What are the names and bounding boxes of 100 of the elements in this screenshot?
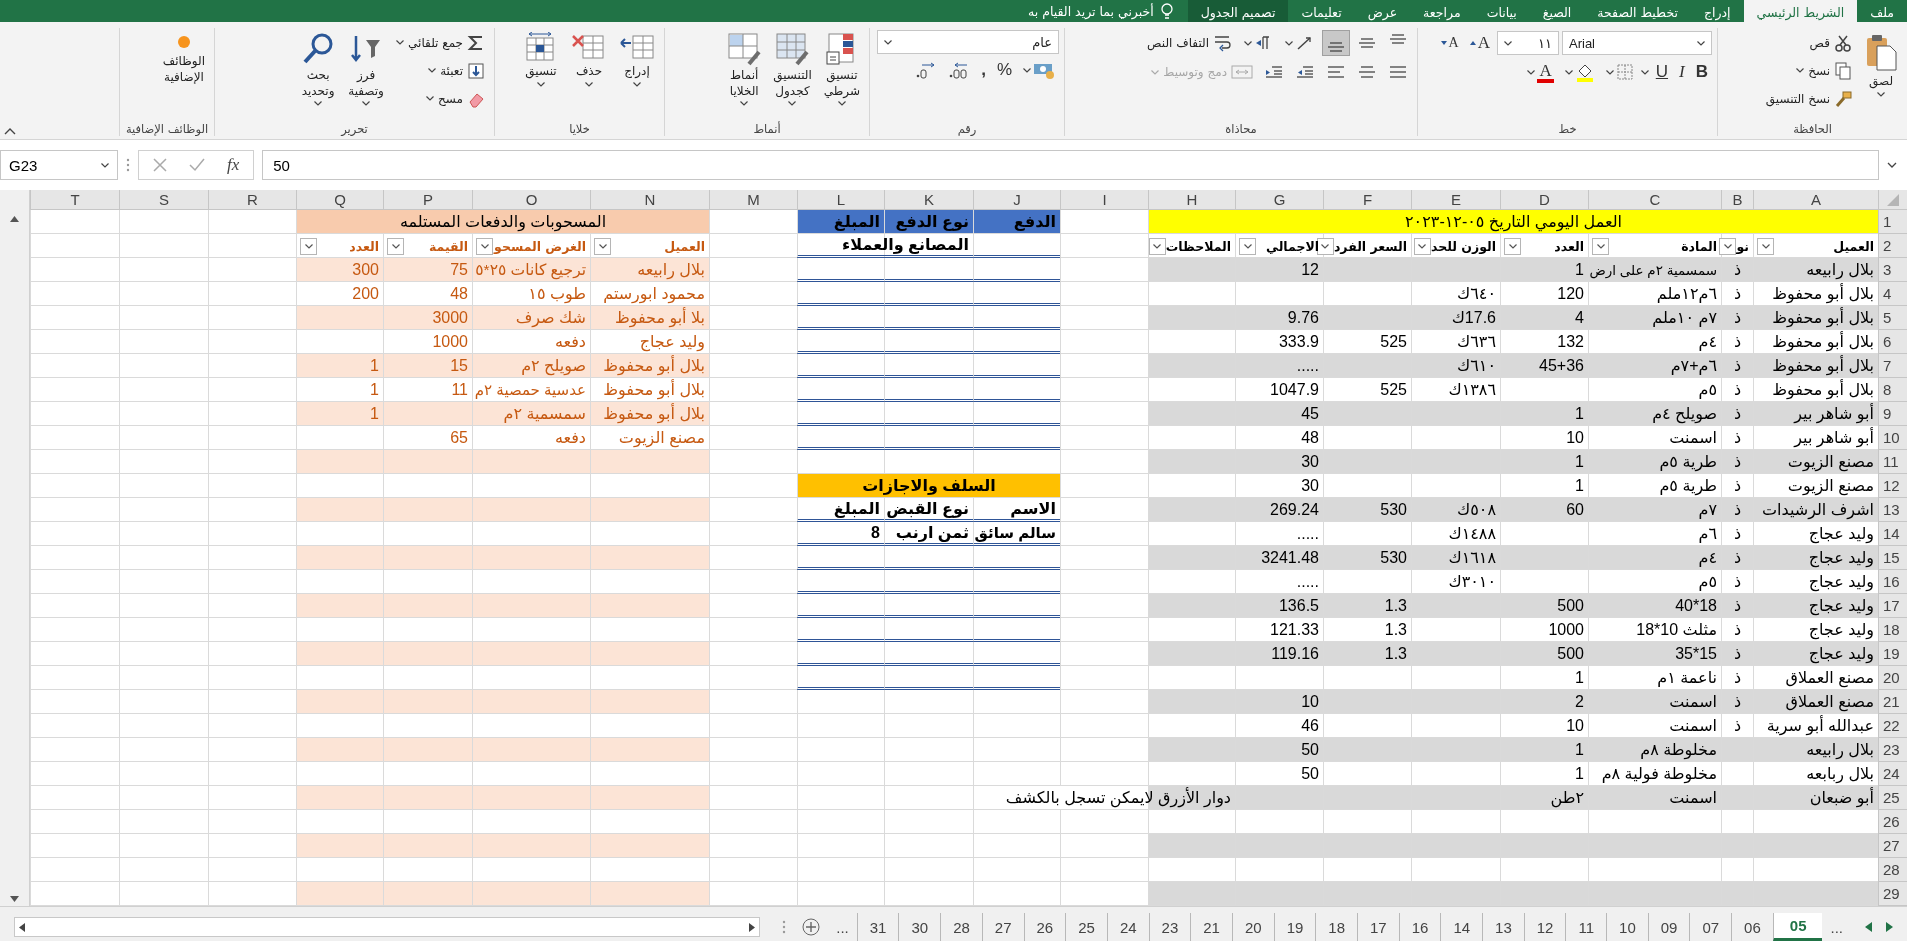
row-number[interactable]: 29 (1878, 882, 1907, 906)
paste-button[interactable]: لصق (1860, 30, 1902, 99)
row-number[interactable]: 23 (1878, 738, 1907, 762)
sheet-tab[interactable]: 28 (940, 913, 982, 941)
column-letter[interactable]: B (1721, 190, 1753, 210)
column-letter[interactable]: D (1500, 190, 1588, 210)
column-letter[interactable]: R (208, 190, 296, 210)
sheet-tab[interactable]: 09 (1647, 913, 1690, 941)
add-ins-button[interactable]: الوظائف الإضافية (158, 30, 209, 88)
add-sheet-icon[interactable] (802, 918, 821, 936)
row-number[interactable]: 27 (1878, 834, 1907, 858)
format-as-table-button[interactable]: التنسيق كجدول (769, 30, 816, 109)
sheet-tab[interactable]: 12 (1523, 913, 1566, 941)
row-number[interactable]: 28 (1878, 858, 1907, 882)
sheet-tab[interactable]: 14 (1440, 913, 1483, 941)
column-letter[interactable]: Q (296, 190, 383, 210)
row-number[interactable]: 18 (1878, 618, 1907, 642)
row-number[interactable]: 14 (1878, 522, 1907, 546)
ribbon-tab[interactable]: مراجعة (1410, 0, 1474, 22)
sheet-tab[interactable]: 27 (981, 913, 1024, 941)
more-sheets[interactable]: ... (1822, 913, 1851, 941)
column-letter[interactable]: M (709, 190, 797, 210)
column-letter[interactable]: O (472, 190, 590, 210)
conditional-formatting-button[interactable]: تنسيق شرطي (819, 30, 864, 109)
comma-button[interactable]: , (977, 57, 990, 83)
row-number[interactable]: 15 (1878, 546, 1907, 570)
ribbon-tab[interactable]: تعليمات (1288, 0, 1355, 22)
vertical-align-button[interactable] (1322, 30, 1350, 56)
column-letter[interactable]: H (1148, 190, 1235, 210)
sheet-tab[interactable]: 06 (1731, 913, 1773, 941)
row-number[interactable]: 5 (1878, 306, 1907, 330)
font-color-button[interactable]: A (1523, 59, 1558, 85)
sheet-tab[interactable]: 07 (1689, 913, 1732, 941)
sheet-tab[interactable]: 31 (856, 913, 899, 941)
row-number[interactable]: 17 (1878, 594, 1907, 618)
row-number[interactable]: 12 (1878, 474, 1907, 498)
more-sheets[interactable]: ... (828, 913, 857, 941)
sheet-tab[interactable]: 18 (1315, 913, 1358, 941)
italic-button[interactable]: I (1675, 59, 1689, 85)
row-number[interactable]: 9 (1878, 402, 1907, 426)
check-icon[interactable] (189, 158, 205, 172)
tell-me-search[interactable]: أخبرني بما تريد القيام به (1028, 3, 1154, 19)
ribbon-tab[interactable]: الشريط الرئيسي (1743, 0, 1858, 22)
next-sheet-icon[interactable] (1886, 922, 1893, 932)
column-letter[interactable]: T (30, 190, 119, 210)
column-letter[interactable]: L (797, 190, 884, 210)
insert-function-button[interactable]: fx (227, 155, 240, 175)
row-number[interactable]: 24 (1878, 762, 1907, 786)
row-number[interactable]: 25 (1878, 786, 1907, 810)
vertical-scrollbar[interactable] (0, 190, 30, 906)
sort-filter-button[interactable]: فرز وتصفية (344, 30, 389, 109)
row-number[interactable]: 11 (1878, 450, 1907, 474)
collapse-ribbon-icon[interactable] (4, 127, 16, 135)
sheet-tab[interactable]: 05 (1772, 913, 1823, 941)
expand-icon[interactable] (1887, 162, 1897, 168)
column-letter[interactable]: E (1411, 190, 1500, 210)
column-letter[interactable]: P (383, 190, 472, 210)
row-number[interactable]: 21 (1878, 690, 1907, 714)
column-letter[interactable]: N (590, 190, 709, 210)
column-letter[interactable]: K (884, 190, 973, 210)
ribbon-tab[interactable]: عرض (1354, 0, 1411, 22)
sheet-tab[interactable]: 17 (1357, 913, 1399, 941)
name-box[interactable]: G23 (0, 150, 118, 180)
row-number[interactable]: 22 (1878, 714, 1907, 738)
row-number[interactable]: 1 (1878, 210, 1907, 234)
ribbon-tab[interactable]: بيانات (1473, 0, 1530, 22)
cut-button[interactable]: قص (1761, 30, 1856, 55)
horizontal-scrollbar[interactable] (14, 917, 761, 937)
sheet-tab[interactable]: 19 (1273, 913, 1316, 941)
row-number[interactable]: 13 (1878, 498, 1907, 522)
sheet-tab[interactable]: 10 (1606, 913, 1648, 941)
cancel-icon[interactable] (153, 158, 167, 172)
clear-button[interactable]: مسح (392, 86, 489, 111)
row-number[interactable]: 7 (1878, 354, 1907, 378)
number-format-dropdown[interactable]: عام (877, 30, 1059, 54)
fill-button[interactable]: تعبئة (392, 58, 489, 83)
column-letter[interactable]: A (1753, 190, 1878, 210)
delete-cells-button[interactable]: حذف (567, 30, 611, 89)
column-letter[interactable]: F (1323, 190, 1411, 210)
sheet-tab[interactable]: 11 (1565, 913, 1607, 941)
autosum-button[interactable]: جمع تلقائي (392, 30, 489, 55)
find-select-button[interactable]: بحث وتحديد (296, 30, 341, 109)
ribbon-tab[interactable]: إدراج (1690, 0, 1744, 22)
sheet-tab[interactable]: 23 (1148, 913, 1191, 941)
previous-sheet-icon[interactable] (1865, 922, 1872, 932)
grow-font-button[interactable]: A (1465, 30, 1494, 56)
ribbon-tab[interactable]: تصميم الجدول (1187, 0, 1289, 22)
sheet-tab[interactable]: 20 (1231, 913, 1274, 941)
column-letter[interactable]: J (973, 190, 1060, 210)
row-number[interactable]: 10 (1878, 426, 1907, 450)
row-number[interactable]: 26 (1878, 810, 1907, 834)
row-number[interactable]: 20 (1878, 666, 1907, 690)
format-painter-button[interactable]: نسخ التنسيق (1761, 86, 1856, 111)
copy-button[interactable]: نسخ (1761, 58, 1856, 83)
row-number[interactable]: 2 (1878, 234, 1907, 258)
sheet-tab[interactable]: 30 (898, 913, 941, 941)
sheet-tab[interactable]: 25 (1065, 913, 1107, 941)
column-letter[interactable]: G (1235, 190, 1323, 210)
row-number[interactable]: 19 (1878, 642, 1907, 666)
column-letter[interactable]: S (119, 190, 208, 210)
